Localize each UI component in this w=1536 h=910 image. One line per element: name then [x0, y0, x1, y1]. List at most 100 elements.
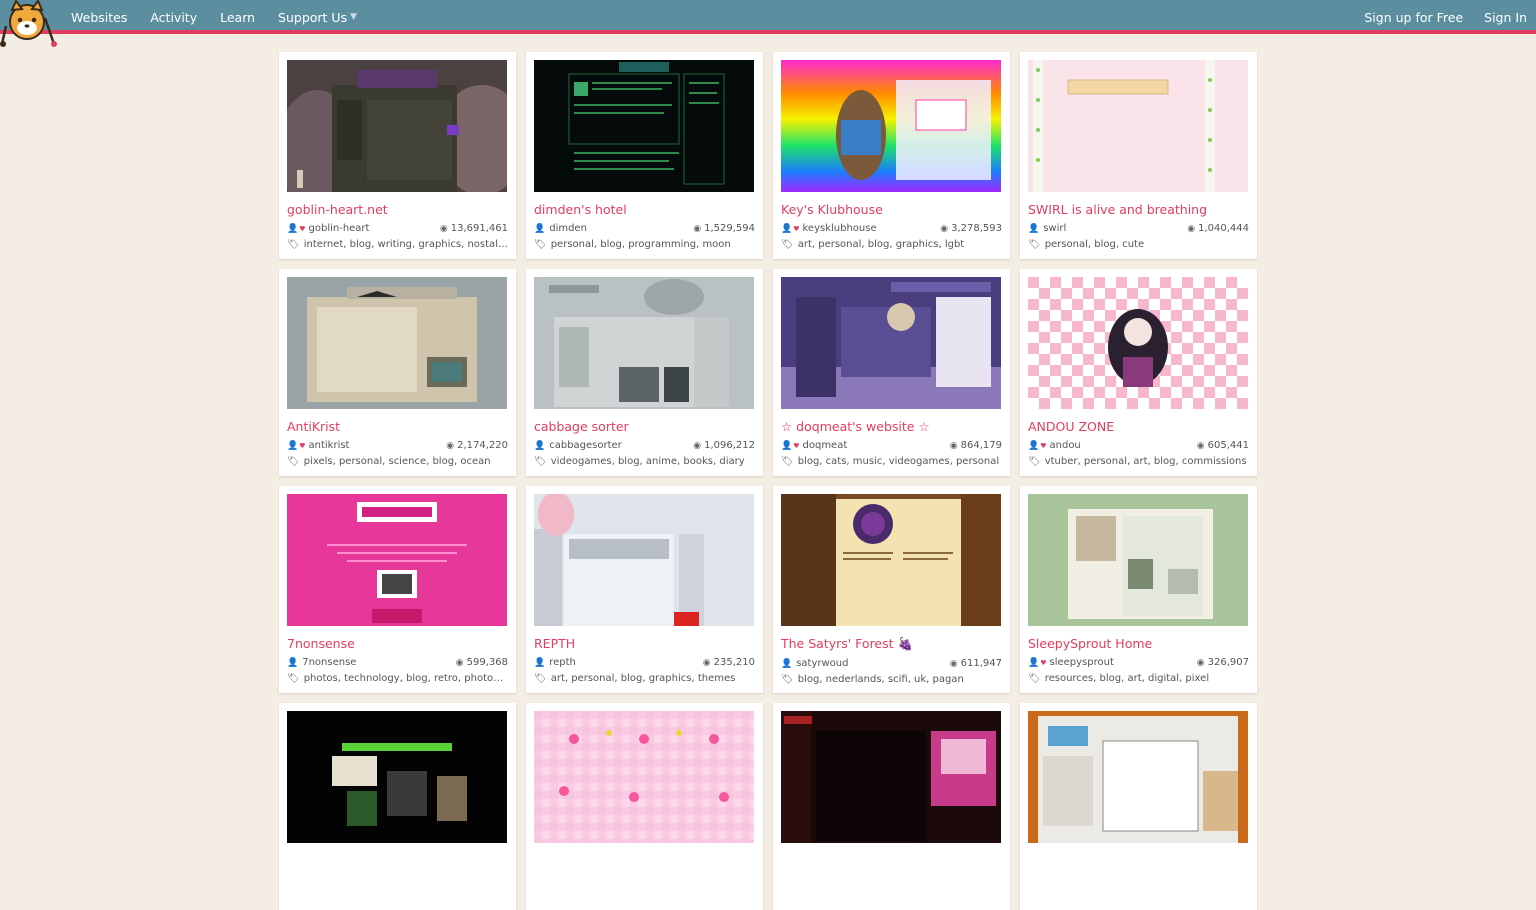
site-screenshot[interactable] [534, 277, 754, 409]
nav-learn[interactable]: Learn [220, 10, 255, 25]
view-count-value: 599,368 [466, 657, 508, 668]
user-icon: 👤 [781, 440, 793, 451]
tag-icon: 🏷 [534, 673, 547, 684]
site-screenshot[interactable] [534, 60, 754, 192]
site-title[interactable]: SWIRL is alive and breathing [1028, 202, 1249, 217]
tag-list[interactable]: pixels, personal, science, blog, ocean [304, 456, 491, 467]
site-title[interactable]: dimden's hotel [534, 202, 755, 217]
site-screenshot[interactable] [287, 711, 507, 843]
view-count: ◉ 864,179 [950, 440, 1002, 451]
site-screenshot[interactable] [781, 277, 1001, 409]
nav-websites[interactable]: Websites [71, 10, 127, 25]
view-count: ◉ 235,210 [703, 657, 755, 668]
tag-list[interactable]: blog, cats, music, videogames, personal [798, 456, 999, 467]
tag-list[interactable]: internet, blog, writing, graphics, nosta… [304, 239, 508, 250]
site-title[interactable]: The Satyrs' Forest 🍇 [781, 636, 1002, 652]
site-owner[interactable]: 👤 ♥ doqmeat [781, 440, 847, 451]
owner-name: 7nonsense [302, 657, 357, 668]
site-owner[interactable]: 👤 7nonsense [287, 657, 356, 668]
tag-icon: 🏷 [781, 674, 794, 685]
site-title[interactable]: SleepySprout Home [1028, 636, 1249, 651]
user-icon: 👤 [781, 223, 793, 234]
tag-icon: 🏷 [1028, 673, 1041, 684]
site-tags: 🏷 blog, cats, music, videogames, personal [781, 456, 1002, 467]
view-count-value: 864,179 [960, 440, 1002, 451]
site-card [1020, 703, 1257, 910]
tag-list[interactable]: personal, blog, cute [1045, 239, 1144, 250]
supporter-heart-icon: ♥ [1040, 658, 1047, 667]
tag-list[interactable]: resources, blog, art, digital, pixel [1045, 673, 1209, 684]
site-owner[interactable]: 👤 ♥ andou [1028, 440, 1081, 451]
site-card: SleepySprout Home 👤 ♥ sleepysprout ◉ 326,90… [1020, 486, 1257, 693]
supporter-heart-icon: ♥ [793, 224, 800, 233]
site-title[interactable]: Key's Klubhouse [781, 202, 1002, 217]
view-count-value: 13,691,461 [450, 223, 508, 234]
site-screenshot[interactable] [1028, 494, 1248, 626]
tag-icon: 🏷 [287, 239, 300, 250]
site-card: AntiKrist 👤 ♥ antikrist ◉ 2,174,220 🏷 pixels… [279, 269, 516, 476]
site-title[interactable]: AntiKrist [287, 419, 508, 434]
tag-icon: 🏷 [534, 239, 547, 250]
top-navigation-bar: Websites Activity Learn Support Us ▼ Sign… [0, 0, 1536, 47]
tag-list[interactable]: art, personal, blog, graphics, lgbt [798, 239, 965, 250]
site-title[interactable]: ANDOU ZONE [1028, 419, 1249, 434]
tag-list[interactable]: blog, nederlands, scifi, uk, pagan [798, 674, 964, 685]
site-screenshot[interactable] [534, 711, 754, 843]
owner-name: keysklubhouse [802, 223, 877, 234]
site-owner[interactable]: 👤 dimden [534, 223, 587, 234]
main-nav: Websites Activity Learn Support Us ▼ [71, 0, 380, 34]
site-screenshot[interactable] [1028, 60, 1248, 192]
site-screenshot[interactable] [287, 277, 507, 409]
view-count: ◉ 13,691,461 [440, 223, 508, 234]
site-screenshot[interactable] [287, 60, 507, 192]
tag-list[interactable]: videogames, blog, anime, books, diary [551, 456, 745, 467]
tag-list[interactable]: vtuber, personal, art, blog, commissions [1045, 456, 1247, 467]
view-count: ◉ 3,278,593 [940, 223, 1002, 234]
view-count-value: 235,210 [713, 657, 755, 668]
site-screenshot[interactable] [781, 494, 1001, 626]
site-owner[interactable]: 👤 ♥ sleepysprout [1028, 657, 1114, 668]
nav-support-us[interactable]: Support Us ▼ [278, 10, 357, 25]
owner-name: satyrwoud [796, 658, 849, 669]
sign-up-link[interactable]: Sign up for Free [1364, 10, 1463, 25]
site-title[interactable]: goblin-heart.net [287, 202, 508, 217]
site-owner[interactable]: 👤 ♥ goblin-heart [287, 223, 369, 234]
view-count-value: 605,441 [1207, 440, 1249, 451]
tag-list[interactable]: art, personal, blog, graphics, themes [551, 673, 736, 684]
site-card [279, 703, 516, 910]
user-icon: 👤 [534, 657, 546, 668]
site-screenshot[interactable] [287, 494, 507, 626]
neocities-cat-logo[interactable] [0, 0, 58, 48]
site-screenshot[interactable] [1028, 277, 1248, 409]
site-tags: 🏷 videogames, blog, anime, books, diary [534, 456, 755, 467]
site-title[interactable]: ☆ doqmeat's website ☆ [781, 419, 1002, 434]
view-count: ◉ 326,907 [1197, 657, 1249, 668]
user-icon: 👤 [534, 223, 546, 234]
tag-list[interactable]: photos, technology, blog, retro, photogr… [304, 673, 508, 684]
site-tags: 🏷 photos, technology, blog, retro, photog… [287, 673, 508, 684]
site-title[interactable]: 7nonsense [287, 636, 508, 651]
site-screenshot[interactable] [534, 494, 754, 626]
site-screenshot[interactable] [781, 60, 1001, 192]
site-owner[interactable]: 👤 swirl [1028, 223, 1066, 234]
site-owner[interactable]: 👤 ♥ keysklubhouse [781, 223, 877, 234]
view-count-value: 1,040,444 [1198, 223, 1249, 234]
site-screenshot[interactable] [781, 711, 1001, 843]
sign-in-link[interactable]: Sign In [1484, 10, 1527, 25]
site-screenshot[interactable] [1028, 711, 1248, 843]
tag-icon: 🏷 [287, 456, 300, 467]
site-owner[interactable]: 👤 repth [534, 657, 576, 668]
view-count-value: 1,529,594 [704, 223, 755, 234]
site-title[interactable]: cabbage sorter [534, 419, 755, 434]
site-tags: 🏷 personal, blog, programming, moon [534, 239, 755, 250]
eye-icon: ◉ [1196, 440, 1205, 451]
user-icon: 👤 [287, 657, 299, 668]
site-title[interactable]: REPTH [534, 636, 755, 651]
site-owner[interactable]: 👤 cabbagesorter [534, 440, 622, 451]
nav-activity[interactable]: Activity [150, 10, 197, 25]
site-owner[interactable]: 👤 satyrwoud [781, 658, 849, 669]
site-owner[interactable]: 👤 ♥ antikrist [287, 440, 349, 451]
tag-list[interactable]: personal, blog, programming, moon [551, 239, 731, 250]
site-card: The Satyrs' Forest 🍇 👤 satyrwoud ◉ 611,947… [773, 486, 1010, 693]
eye-icon: ◉ [949, 440, 958, 451]
